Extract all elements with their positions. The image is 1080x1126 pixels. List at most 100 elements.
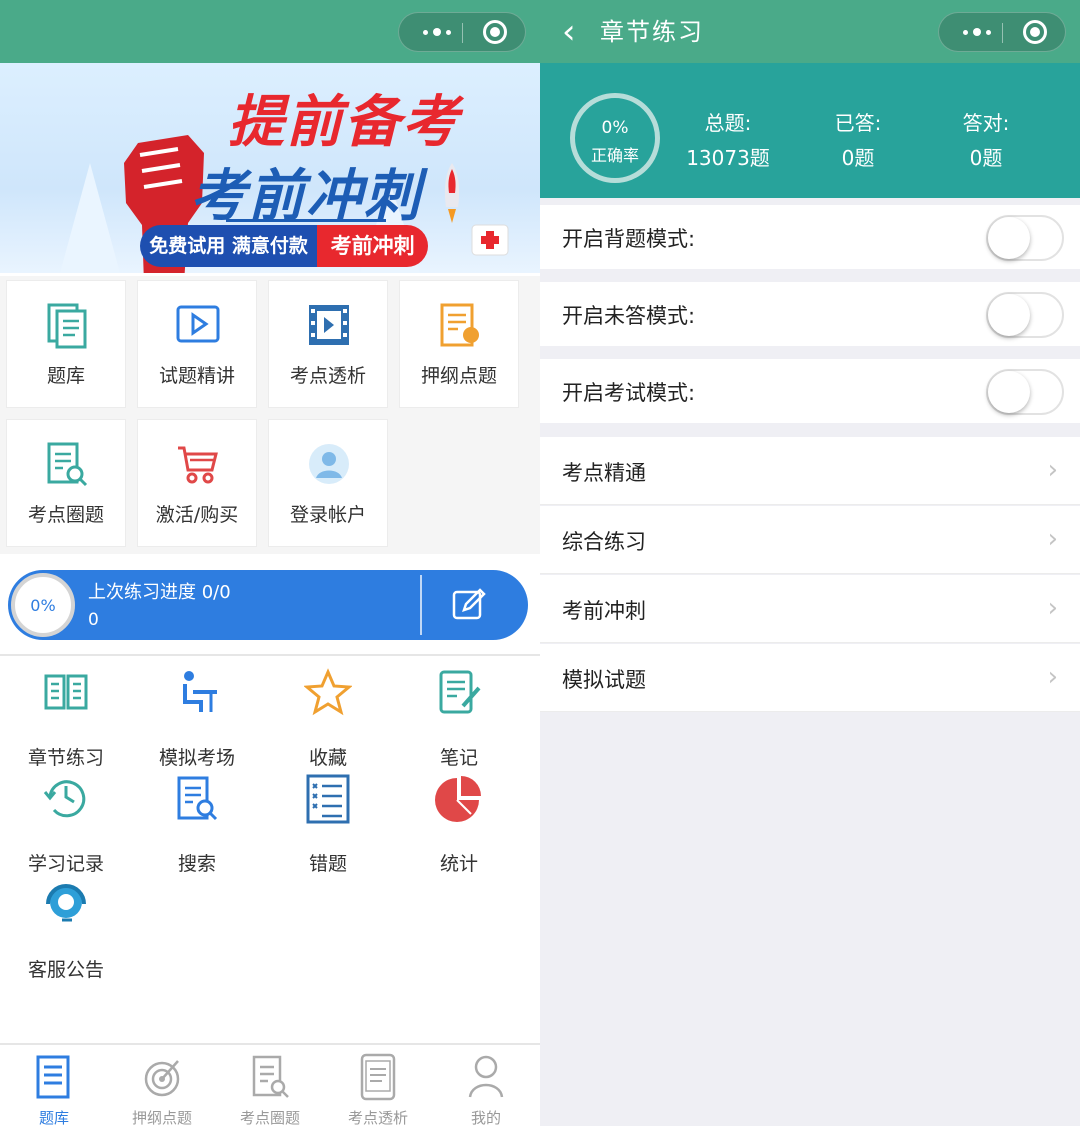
menu-favorites[interactable]: 收藏 (266, 668, 386, 769)
medical-kit-icon (471, 224, 509, 256)
doc-search-icon (47, 442, 88, 487)
card-label: 登录帐户 (289, 504, 366, 526)
stat-correct: 答对: 0题 (926, 107, 1046, 171)
top-bar: ‹ 章节练习 (540, 0, 1080, 63)
card-label: 试题精讲 (158, 365, 235, 387)
list-item-key-mastery[interactable]: 考点精通 › (540, 437, 1080, 505)
toggle-label: 开启背题模式: (562, 227, 696, 251)
tab-label: 考点圈题 (239, 1109, 300, 1126)
toggle-row-recite-mode: 开启背题模式: (540, 205, 1080, 269)
unanswered-mode-switch[interactable] (986, 292, 1064, 338)
chevron-right-icon: › (1047, 662, 1058, 692)
menu-study-history[interactable]: 学习记录 (4, 774, 124, 875)
banner-mountain (60, 163, 120, 273)
menu-statistics[interactable]: 统计 (397, 774, 517, 875)
card-circled-questions[interactable]: 考点圈题 (6, 419, 126, 547)
tab-key-points[interactable]: 押纲点题 (108, 1045, 216, 1126)
back-chevron-icon[interactable]: ‹ (562, 14, 592, 50)
switch-knob (988, 294, 1030, 336)
switch-knob (988, 217, 1030, 259)
top-bar (0, 0, 540, 63)
practice-progress-bar[interactable]: 0% 上次练习进度 0/0 0 (8, 570, 528, 640)
card-analysis[interactable]: 考点透析 (268, 280, 388, 408)
recite-mode-switch[interactable] (986, 215, 1064, 261)
menu-label: 搜索 (177, 853, 216, 875)
banner-underline (226, 219, 386, 222)
close-target-icon[interactable] (1023, 20, 1047, 44)
progress-count: 0 (88, 610, 99, 630)
mini-program-capsule[interactable] (938, 12, 1066, 52)
history-clock-icon (43, 780, 86, 818)
list-item-label: 考前冲刺 (562, 599, 646, 623)
card-label: 考点透析 (289, 365, 366, 387)
exam-mode-switch[interactable] (986, 369, 1064, 415)
toggle-row-unanswered-mode: 开启未答模式: (540, 282, 1080, 346)
section-divider (0, 654, 540, 656)
chevron-right-icon: › (1047, 524, 1058, 554)
toggle-label: 开启未答模式: (562, 304, 696, 328)
card-label: 押纲点题 (420, 365, 497, 387)
pie-chart-icon (435, 776, 481, 822)
edit-icon[interactable] (452, 588, 486, 622)
accuracy-percent: 0% (601, 118, 629, 138)
menu-search[interactable]: 搜索 (135, 774, 255, 875)
tab-analysis[interactable]: 考点透析 (324, 1045, 432, 1126)
stat-value: 13073题 (686, 146, 770, 170)
capsule-divider (1002, 23, 1003, 43)
more-icon[interactable] (953, 13, 1001, 51)
progress-title: 上次练习进度 0/0 (88, 582, 231, 603)
accuracy-caption: 正确率 (590, 146, 639, 165)
card-lecture[interactable]: 试题精讲 (137, 280, 257, 408)
menu-chapter-practice[interactable]: 章节练习 (4, 668, 124, 769)
stat-total: 总题: 13073题 (668, 107, 788, 171)
card-activate-buy[interactable]: 激活/购买 (137, 419, 257, 547)
document-icon (36, 1055, 70, 1099)
tab-label: 题库 (38, 1109, 69, 1126)
banner-headline-1: 提前备考 (228, 90, 460, 155)
mini-program-capsule[interactable] (398, 12, 526, 52)
tab-circled-questions[interactable]: 考点圈题 (216, 1045, 324, 1126)
notepad-pen-icon (439, 670, 481, 714)
close-target-icon[interactable] (483, 20, 507, 44)
list-item-comprehensive[interactable]: 综合练习 › (540, 506, 1080, 574)
video-play-icon (176, 305, 220, 343)
menu-customer-service[interactable]: 客服公告 (4, 880, 124, 981)
banner-pill-left: 免费试用 满意付款 (140, 225, 318, 267)
menu-notes[interactable]: 笔记 (397, 668, 517, 769)
page-title: 章节练习 (600, 18, 704, 46)
desk-student-icon (183, 671, 217, 712)
headset-icon (46, 884, 86, 922)
menu-mock-exam[interactable]: 模拟考场 (135, 668, 255, 769)
card-question-bank[interactable]: 题库 (6, 280, 126, 408)
chevron-right-icon: › (1047, 593, 1058, 623)
card-label: 激活/购买 (155, 504, 239, 526)
menu-label: 学习记录 (27, 853, 104, 875)
doc-search-icon (252, 1055, 289, 1098)
chevron-right-icon: › (1047, 455, 1058, 485)
card-label: 考点圈题 (27, 504, 104, 526)
list-item-mock-questions[interactable]: 模拟试题 › (540, 644, 1080, 712)
card-key-points[interactable]: 押纲点题 (399, 280, 519, 408)
doc-search-icon (177, 776, 218, 821)
menu-label: 模拟考场 (158, 747, 235, 769)
document-stack-icon (47, 303, 87, 349)
card-login[interactable]: 登录帐户 (268, 419, 388, 547)
target-icon (144, 1060, 180, 1097)
progress-divider (420, 575, 422, 635)
toggle-label: 开启考试模式: (562, 381, 696, 405)
home-screen: 提前备考 考前冲刺 免费试用 满意付款 考前冲刺 题库 试题精讲 考点透析 押纲… (0, 0, 540, 1126)
menu-wrong-questions[interactable]: 错题 (266, 774, 386, 875)
film-strip-icon (309, 305, 349, 345)
tab-label: 考点透析 (347, 1109, 408, 1126)
tab-mine[interactable]: 我的 (432, 1045, 540, 1126)
user-icon (468, 1055, 504, 1098)
more-icon[interactable] (413, 13, 461, 51)
menu-label: 客服公告 (27, 959, 104, 981)
banner-pill-right: 考前冲刺 (317, 225, 428, 267)
tab-question-bank[interactable]: 题库 (0, 1045, 108, 1126)
capsule-divider (462, 23, 463, 43)
list-item-pre-exam-sprint[interactable]: 考前冲刺 › (540, 575, 1080, 643)
certificate-icon (440, 303, 479, 347)
rocket-icon (444, 163, 460, 223)
promo-banner[interactable]: 提前备考 考前冲刺 免费试用 满意付款 考前冲刺 (0, 63, 540, 273)
